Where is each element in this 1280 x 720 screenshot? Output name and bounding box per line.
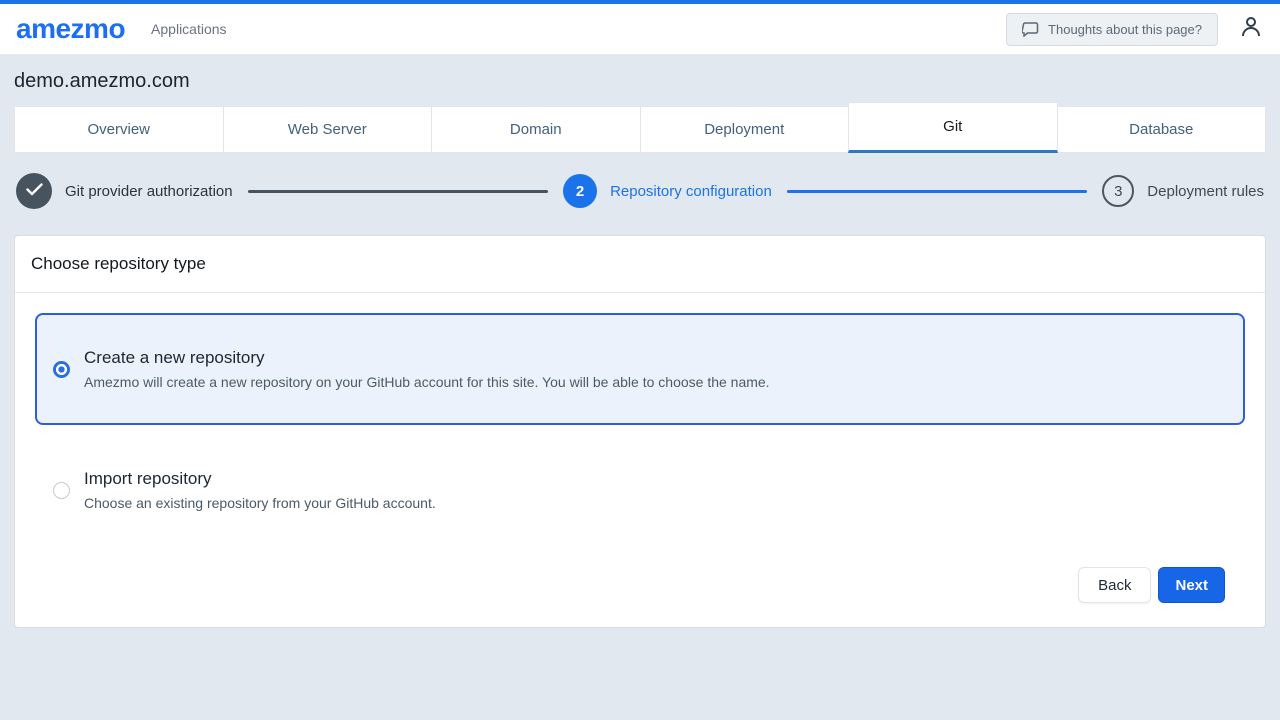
tab-database[interactable]: Database bbox=[1057, 106, 1267, 153]
speech-bubble-icon bbox=[1022, 22, 1039, 37]
step-2-circle: 2 bbox=[563, 174, 597, 208]
step-connector-1 bbox=[248, 190, 548, 193]
feedback-button[interactable]: Thoughts about this page? bbox=[1006, 13, 1218, 46]
tab-domain[interactable]: Domain bbox=[431, 106, 641, 153]
next-button[interactable]: Next bbox=[1158, 567, 1225, 603]
tab-bar: Overview Web Server Domain Deployment Gi… bbox=[14, 106, 1266, 153]
card-body: Create a new repository Amezmo will crea… bbox=[15, 293, 1265, 627]
card-title: Choose repository type bbox=[15, 236, 1265, 293]
step-1-label: Git provider authorization bbox=[65, 183, 233, 200]
option-import-repository[interactable]: Import repository Choose an existing rep… bbox=[35, 453, 1245, 527]
page-content: demo.amezmo.com Overview Web Server Doma… bbox=[0, 70, 1280, 628]
radio-create-new-repository[interactable] bbox=[53, 361, 70, 378]
option-title: Import repository bbox=[84, 469, 436, 489]
radio-import-repository[interactable] bbox=[53, 482, 70, 499]
option-description: Amezmo will create a new repository on y… bbox=[84, 374, 770, 390]
tab-overview[interactable]: Overview bbox=[14, 106, 224, 153]
option-title: Create a new repository bbox=[84, 348, 770, 368]
user-icon bbox=[1238, 14, 1264, 45]
step-1-circle bbox=[16, 173, 52, 209]
step-git-provider-authorization: Git provider authorization bbox=[16, 173, 233, 209]
back-button[interactable]: Back bbox=[1078, 567, 1151, 603]
step-connector-2 bbox=[787, 190, 1087, 193]
check-icon bbox=[26, 183, 43, 200]
option-description: Choose an existing repository from your … bbox=[84, 495, 436, 511]
step-repository-configuration: 2 Repository configuration bbox=[563, 174, 772, 208]
step-2-label: Repository configuration bbox=[610, 183, 772, 200]
tab-web-server[interactable]: Web Server bbox=[223, 106, 433, 153]
app-header: amezmo Applications Thoughts about this … bbox=[0, 4, 1280, 55]
repository-type-card: Choose repository type Create a new repo… bbox=[14, 235, 1266, 628]
card-actions: Back Next bbox=[35, 527, 1245, 603]
feedback-button-label: Thoughts about this page? bbox=[1048, 22, 1202, 37]
tab-deployment[interactable]: Deployment bbox=[640, 106, 850, 153]
step-3-circle: 3 bbox=[1102, 175, 1134, 207]
account-button[interactable] bbox=[1238, 14, 1264, 45]
amezmo-logo[interactable]: amezmo bbox=[16, 13, 125, 45]
step-3-label: Deployment rules bbox=[1147, 183, 1264, 200]
nav-applications[interactable]: Applications bbox=[151, 21, 227, 37]
option-text: Create a new repository Amezmo will crea… bbox=[84, 348, 770, 390]
site-title: demo.amezmo.com bbox=[14, 70, 1266, 93]
step-deployment-rules: 3 Deployment rules bbox=[1102, 175, 1264, 207]
option-create-new-repository[interactable]: Create a new repository Amezmo will crea… bbox=[35, 313, 1245, 425]
option-text: Import repository Choose an existing rep… bbox=[84, 469, 436, 511]
tab-git[interactable]: Git bbox=[848, 102, 1058, 153]
wizard-stepper: Git provider authorization 2 Repository … bbox=[16, 173, 1264, 209]
